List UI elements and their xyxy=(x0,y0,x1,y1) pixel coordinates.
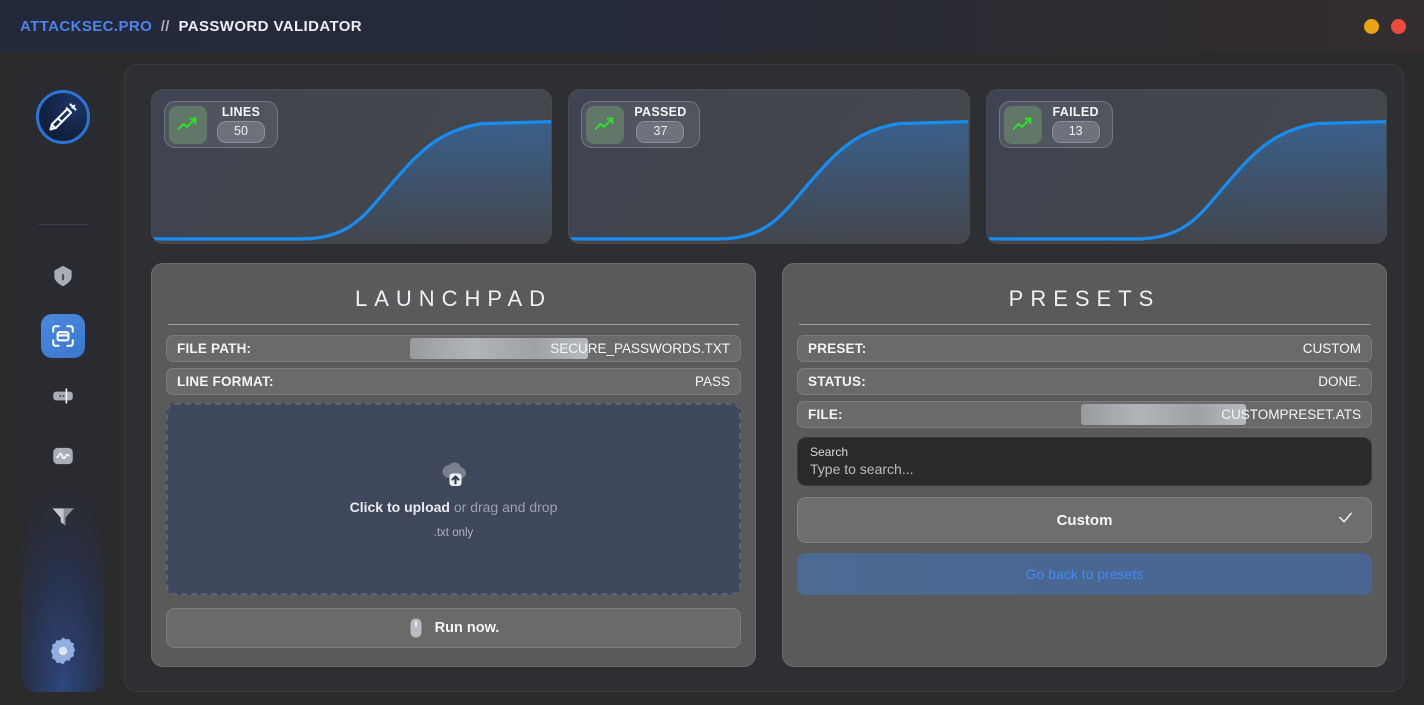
preset-file-label: FILE: xyxy=(808,407,843,422)
preset-option-custom[interactable]: Custom xyxy=(797,497,1372,543)
dropzone-filetype-text: .txt only xyxy=(433,526,474,539)
sidebar-item-scan-button[interactable] xyxy=(41,314,85,358)
preset-file-row[interactable]: FILE: CUSTOMPRESET.ATS xyxy=(797,401,1372,428)
dropzone-action-text: Click to upload xyxy=(349,498,450,515)
cloud-upload-icon xyxy=(437,460,471,495)
minimize-window-button[interactable] xyxy=(1364,18,1379,34)
stat-label: LINES xyxy=(221,105,261,120)
panels-row: LAUNCHPAD FILE PATH: SECURE_PASSWORDS.TX… xyxy=(151,263,1387,667)
stat-value: 50 xyxy=(217,120,265,143)
stats-row: LINES 50 PASSED 37 FAILED 13 xyxy=(151,89,1387,244)
file-path-value: SECURE_PASSWORDS.TXT xyxy=(550,341,730,356)
sidebar-item-activity-button[interactable] xyxy=(41,434,85,478)
sidebar-divider xyxy=(38,224,88,225)
preset-option-label: Custom xyxy=(1056,511,1113,529)
stat-badge: FAILED 13 xyxy=(998,101,1113,148)
stat-card-lines: LINES 50 xyxy=(151,89,553,244)
sidebar-item-adjust-button[interactable] xyxy=(41,374,85,418)
line-format-row[interactable]: LINE FORMAT: PASS xyxy=(166,368,741,395)
shield-home-icon xyxy=(54,265,72,287)
preset-value: CUSTOM xyxy=(1302,341,1361,356)
main-content: LINES 50 PASSED 37 FAILED 13 LAUNCHPAD F… xyxy=(124,64,1404,692)
sidebar-item-filter-button[interactable] xyxy=(41,494,85,538)
close-window-button[interactable] xyxy=(1391,18,1406,34)
presets-title: PRESETS xyxy=(1008,286,1161,311)
status-value: DONE. xyxy=(1318,374,1361,389)
sidebar-item-activity[interactable] xyxy=(22,426,104,486)
stat-badge: PASSED 37 xyxy=(581,101,700,148)
activity-pulse-icon xyxy=(53,447,73,465)
file-path-label: FILE PATH: xyxy=(177,341,252,356)
line-format-label: LINE FORMAT: xyxy=(177,374,274,389)
stat-meta: PASSED 37 xyxy=(634,105,687,143)
file-path-row[interactable]: FILE PATH: SECURE_PASSWORDS.TXT xyxy=(166,335,741,362)
sidebar-item-filter[interactable] xyxy=(22,486,104,546)
window-controls xyxy=(1364,0,1406,52)
stat-value: 37 xyxy=(636,120,685,143)
launchpad-rule xyxy=(168,324,739,325)
page-title: PASSWORD VALIDATOR xyxy=(178,17,363,35)
preset-file-value: CUSTOMPRESET.ATS xyxy=(1221,407,1361,422)
presets-rule xyxy=(799,324,1370,325)
dropzone-hint-text: or drag and drop xyxy=(449,498,558,515)
app-logo[interactable] xyxy=(36,90,90,144)
stat-value: 13 xyxy=(1051,120,1100,143)
trending-up-icon xyxy=(169,105,207,144)
dropzone-primary-text: Click to upload or drag and drop xyxy=(350,499,558,515)
brand-name: ATTACKSEC.PRO xyxy=(20,17,153,35)
sidebar-nav xyxy=(22,246,104,546)
stat-label: PASSED xyxy=(634,105,687,120)
stat-label: FAILED xyxy=(1052,105,1099,120)
search-input[interactable]: Search Type to search... xyxy=(797,437,1372,486)
scan-target-icon xyxy=(52,325,74,347)
stat-badge: LINES 50 xyxy=(164,101,278,148)
file-dropzone[interactable]: Click to upload or drag and drop .txt on… xyxy=(166,403,741,595)
preset-row[interactable]: PRESET: CUSTOM xyxy=(797,335,1372,362)
mouse-pointer-icon xyxy=(410,618,422,638)
funnel-filter-icon xyxy=(52,508,74,526)
sidebar-item-home-button[interactable] xyxy=(41,254,85,298)
go-back-to-presets-button[interactable]: Go back to presets xyxy=(797,553,1372,595)
sidebar xyxy=(22,64,104,692)
presets-panel: PRESETS PRESET: CUSTOM STATUS: DONE. FIL… xyxy=(782,263,1387,667)
run-now-label: Run now. xyxy=(434,620,500,636)
sidebar-item-settings[interactable] xyxy=(40,628,86,674)
sidebar-item-adjust[interactable] xyxy=(22,366,104,426)
preset-label: PRESET: xyxy=(808,341,867,356)
stat-meta: FAILED 13 xyxy=(1051,105,1100,143)
run-now-button[interactable]: Run now. xyxy=(166,608,741,648)
launchpad-panel: LAUNCHPAD FILE PATH: SECURE_PASSWORDS.TX… xyxy=(151,263,756,667)
sidebar-item-scan[interactable] xyxy=(22,306,104,366)
sliders-adjust-icon xyxy=(53,388,73,404)
search-placeholder: Type to search... xyxy=(810,461,914,478)
search-label: Search xyxy=(810,444,849,459)
syringe-logo-icon xyxy=(36,90,90,144)
stat-card-passed: PASSED 37 xyxy=(568,89,970,244)
gear-icon xyxy=(50,637,76,665)
status-row[interactable]: STATUS: DONE. xyxy=(797,368,1372,395)
check-icon xyxy=(1337,509,1354,531)
line-format-value: PASS xyxy=(694,374,730,389)
app-title: ATTACKSEC.PRO // PASSWORD VALIDATOR xyxy=(20,18,362,35)
title-separator: // xyxy=(160,17,170,35)
stat-card-failed: FAILED 13 xyxy=(985,89,1387,244)
launchpad-title: LAUNCHPAD xyxy=(354,286,553,311)
trending-up-icon xyxy=(1003,105,1042,144)
status-label: STATUS: xyxy=(808,374,866,389)
trending-up-icon xyxy=(586,105,625,144)
title-bar: ATTACKSEC.PRO // PASSWORD VALIDATOR xyxy=(0,0,1424,52)
go-back-to-presets-label: Go back to presets xyxy=(1025,566,1144,582)
stat-meta: LINES 50 xyxy=(217,105,265,143)
sidebar-item-home[interactable] xyxy=(22,246,104,306)
